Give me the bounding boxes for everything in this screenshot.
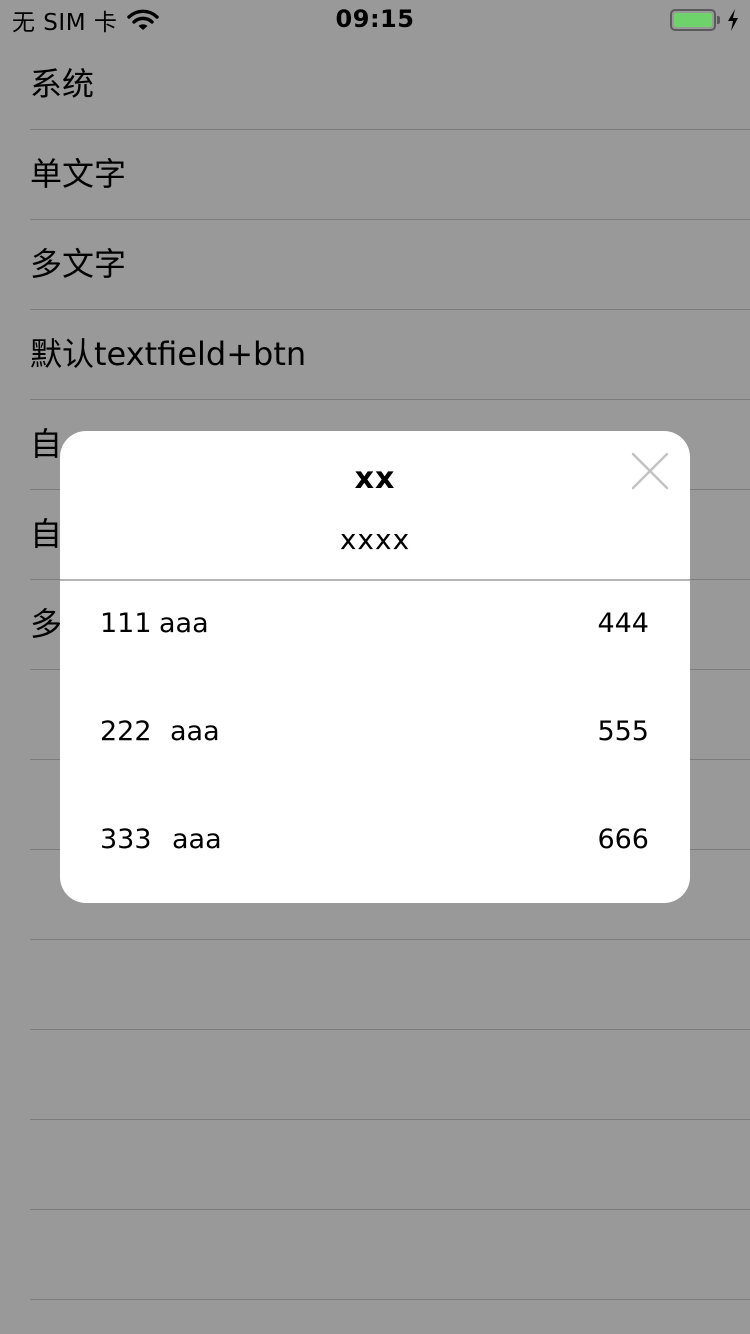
list-item-label: 多文字 [30,245,127,283]
list-item-label: 自 [30,425,63,463]
list-item[interactable] [0,940,750,1030]
row-separator [30,1299,750,1300]
modal-subtitle: xxxx [339,523,411,556]
row-col-b: aaa [172,824,222,855]
list-item[interactable]: 默认textfield+btn [0,310,750,400]
list-item-label: 多 [30,605,63,643]
list-item[interactable]: 系统 [0,40,750,130]
list-item-label: 自 [30,515,63,553]
list-item[interactable] [0,1030,750,1120]
modal-row[interactable]: 111 aaa 444 [60,570,690,678]
list-item[interactable]: 单文字 [0,130,750,220]
charging-bolt-icon [728,9,738,31]
battery-fill [674,13,712,27]
close-icon [631,452,669,490]
list-item[interactable]: 多文字 [0,220,750,310]
row-col-a: 111 [100,608,152,639]
battery-icon [670,9,716,31]
alert-modal: xx xxxx 111 aaa 444 222 aaa 555 333 aaa … [60,431,690,903]
row-col-c: 666 [597,824,649,855]
battery-tip [717,16,720,24]
modal-row[interactable]: 222 aaa 555 [60,678,690,786]
list-item[interactable] [0,1210,750,1300]
row-col-a: 333 [100,824,152,855]
row-col-c: 555 [597,716,649,747]
list-item-label: 默认textfield+btn [30,335,307,373]
list-item-label: 单文字 [30,155,127,193]
close-button[interactable] [630,451,670,491]
modal-title: xx [354,461,396,496]
status-bar: 无 SIM 卡 09:15 [0,0,750,40]
modal-row[interactable]: 333 aaa 666 [60,786,690,894]
status-time: 09:15 [335,5,415,33]
row-col-b: aaa [170,716,220,747]
row-col-b: aaa [159,608,209,639]
list-item-label: 系统 [30,65,95,103]
list-item[interactable] [0,1120,750,1210]
row-col-a: 222 [100,716,152,747]
row-col-c: 444 [597,608,649,639]
